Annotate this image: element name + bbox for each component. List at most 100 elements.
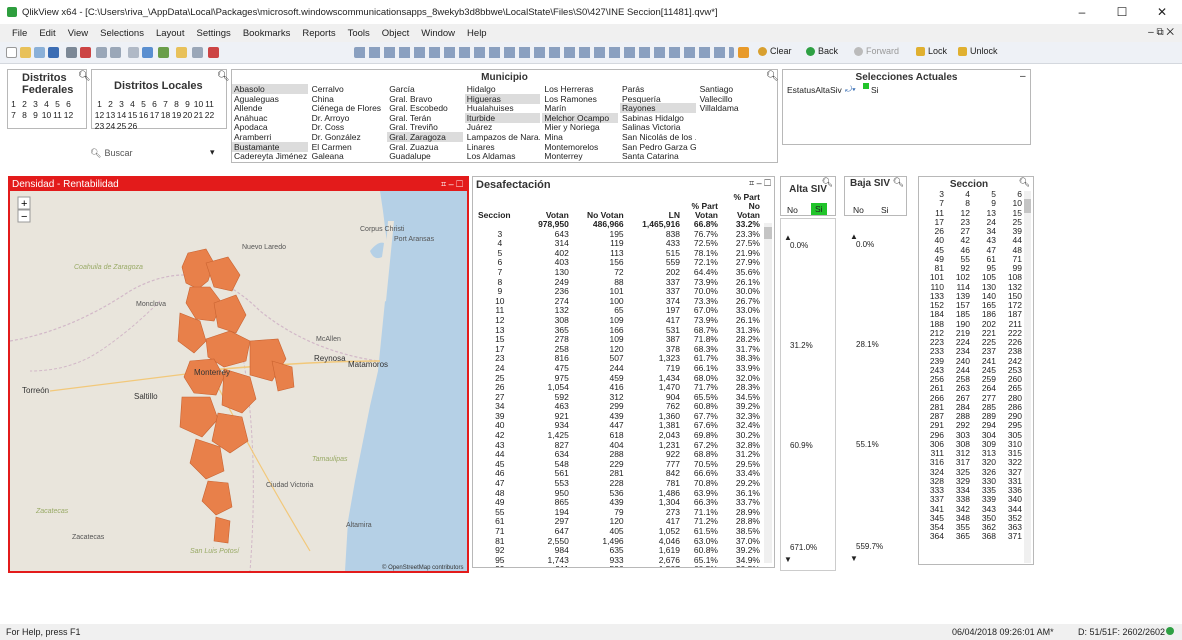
- dl-value[interactable]: 3: [116, 99, 127, 110]
- map-window-controls-icon[interactable]: ⌗ – ☐: [441, 178, 463, 191]
- df-value[interactable]: 7: [8, 110, 19, 121]
- municipio-item[interactable]: Los Ramones: [542, 94, 618, 104]
- municipio-item[interactable]: Apodaca: [232, 122, 308, 132]
- municipio-item[interactable]: Monterrey: [542, 151, 618, 161]
- municipio-item[interactable]: Los Aldamas: [465, 151, 541, 161]
- table-cell[interactable]: 99: [475, 565, 525, 567]
- municipio-item[interactable]: Marín: [542, 103, 618, 113]
- dl-value[interactable]: 21: [193, 110, 204, 121]
- baja-no-option[interactable]: No: [853, 205, 864, 215]
- col-no-votan[interactable]: No Votan: [572, 193, 627, 220]
- dl-value[interactable]: 16: [138, 110, 149, 121]
- search-icon[interactable]: 🔍︎: [822, 177, 833, 188]
- municipio-item[interactable]: Iturbide: [464, 112, 541, 123]
- df-value[interactable]: 9: [30, 110, 41, 121]
- dl-value[interactable]: 2: [105, 99, 116, 110]
- maximize-button[interactable]: ☐: [1102, 0, 1142, 24]
- municipio-item[interactable]: San Pedro Garza G...: [620, 142, 696, 152]
- unlock-button[interactable]: Unlock: [958, 46, 998, 56]
- pdf-icon[interactable]: [80, 47, 91, 58]
- alta-slider-ticks[interactable]: [787, 243, 833, 553]
- search-icon[interactable]: 🔍︎: [217, 71, 230, 82]
- chevron-down-icon[interactable]: ▾: [210, 147, 215, 158]
- municipio-item[interactable]: Aramberri: [232, 132, 308, 142]
- municipio-item[interactable]: Juárez: [465, 122, 541, 132]
- alta-no-option[interactable]: No: [787, 205, 798, 215]
- municipio-item[interactable]: Sabinas Hidalgo: [620, 113, 696, 123]
- municipio-item[interactable]: Santa Catarina: [620, 151, 696, 161]
- dl-value[interactable]: 6: [149, 99, 160, 110]
- municipio-item[interactable]: Villaldama: [698, 103, 774, 113]
- seccion-scrollbar[interactable]: [1024, 191, 1031, 563]
- municipio-item[interactable]: Linares: [465, 142, 541, 152]
- municipio-listbox[interactable]: Municipio 🔍︎ Abasolo Agualeguas Allende Aná…: [231, 69, 779, 163]
- municipio-item[interactable]: Ciénega de Flores: [310, 103, 386, 113]
- col-votan[interactable]: Votan: [525, 193, 572, 220]
- municipio-item[interactable]: Dr. Arroyo: [310, 113, 386, 123]
- dl-value[interactable]: 26: [127, 121, 138, 132]
- distritos-federales-listbox[interactable]: Distritos Federales 🔍︎ 123456 7 8 9 10 11 12: [7, 69, 91, 129]
- municipio-item[interactable]: Vallecillo: [698, 94, 774, 104]
- seccion-value[interactable]: 371: [999, 531, 1025, 541]
- menu-help[interactable]: Help: [461, 28, 493, 39]
- dl-value[interactable]: 25: [116, 121, 127, 132]
- baja-slider-ticks[interactable]: [853, 242, 899, 552]
- municipio-item[interactable]: Agualeguas: [232, 94, 308, 104]
- seccion-listbox[interactable]: Seccion 🔍︎ 3 4 5 6 7 8 9 10 11 12 13 15 17 23 24 25 26 27…: [918, 176, 1034, 565]
- municipio-item[interactable]: Hidalgo: [465, 84, 541, 94]
- search-icon[interactable]: 🔍︎: [766, 71, 779, 82]
- baja-si-option[interactable]: Si: [881, 205, 889, 215]
- municipio-item[interactable]: Gral. Treviño: [387, 122, 463, 132]
- alta-si-option[interactable]: Si: [811, 203, 827, 215]
- municipio-item[interactable]: Hualahuises: [465, 103, 541, 113]
- df-value[interactable]: 3: [30, 99, 41, 110]
- slider-down-arrow-icon[interactable]: ▼: [784, 555, 792, 564]
- menu-bookmarks[interactable]: Bookmarks: [237, 28, 297, 39]
- table-scrollbar[interactable]: [764, 223, 772, 563]
- dl-value[interactable]: 11: [204, 99, 215, 110]
- dl-value[interactable]: 4: [127, 99, 138, 110]
- dl-value[interactable]: 20: [182, 110, 193, 121]
- dl-value[interactable]: 5: [138, 99, 149, 110]
- dl-value[interactable]: 23: [94, 121, 105, 132]
- dl-value[interactable]: 14: [116, 110, 127, 121]
- search-icon[interactable]: 🔍︎: [893, 177, 904, 188]
- municipio-item[interactable]: Dr. González: [310, 132, 386, 142]
- municipio-item[interactable]: Gral. Bravo: [387, 94, 463, 104]
- dl-value[interactable]: 7: [160, 99, 171, 110]
- undo-icon[interactable]: [96, 47, 107, 58]
- search-icon[interactable]: 🔍︎: [78, 71, 91, 82]
- document-window-controls[interactable]: – ⧉ ✕: [1148, 27, 1174, 38]
- close-button[interactable]: ✕: [1142, 0, 1182, 24]
- menu-selections[interactable]: Selections: [94, 28, 150, 39]
- col-seccion[interactable]: Seccion: [475, 193, 525, 220]
- df-value[interactable]: 12: [63, 110, 74, 121]
- municipio-item[interactable]: Galeana: [310, 151, 386, 161]
- edit-module-icon[interactable]: [192, 47, 203, 58]
- municipio-item[interactable]: Bustamante: [232, 141, 308, 152]
- menu-layout[interactable]: Layout: [150, 28, 191, 39]
- municipio-item[interactable]: Santiago: [698, 84, 774, 94]
- dl-value[interactable]: 15: [127, 110, 138, 121]
- dl-value[interactable]: 17: [149, 110, 160, 121]
- menu-file[interactable]: File: [6, 28, 33, 39]
- municipio-item[interactable]: Gral. Escobedo: [387, 103, 463, 113]
- buscar-search-box[interactable]: 🔍︎ Buscar: [90, 148, 132, 159]
- help-icon[interactable]: [208, 47, 219, 58]
- dl-value[interactable]: 13: [105, 110, 116, 121]
- menu-view[interactable]: View: [62, 28, 94, 39]
- menu-window[interactable]: Window: [415, 28, 461, 39]
- col-part-votan[interactable]: % Part Votan: [683, 193, 721, 220]
- scrollbar-thumb[interactable]: [764, 227, 772, 239]
- dl-value[interactable]: 24: [105, 121, 116, 132]
- reload-icon[interactable]: [34, 47, 45, 58]
- menu-settings[interactable]: Settings: [190, 28, 236, 39]
- municipio-item[interactable]: Rayones: [620, 103, 696, 114]
- dl-value[interactable]: 8: [171, 99, 182, 110]
- distritos-locales-listbox[interactable]: Distritos Locales 🔍︎ 1 2 3 4 5 6 7 8 9 10 11 12 13 1…: [91, 69, 230, 132]
- municipio-item[interactable]: Mier y Noriega: [542, 122, 618, 132]
- menu-reports[interactable]: Reports: [296, 28, 341, 39]
- df-value[interactable]: 1: [8, 99, 19, 110]
- forward-button[interactable]: Forward: [854, 46, 899, 56]
- municipio-item[interactable]: Gral. Terán: [387, 113, 463, 123]
